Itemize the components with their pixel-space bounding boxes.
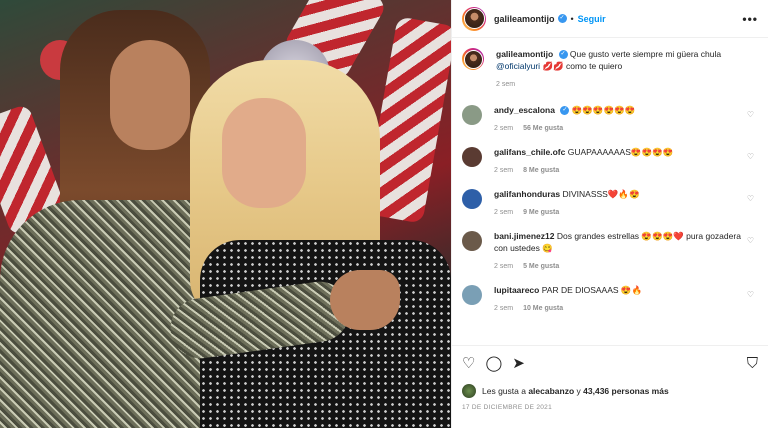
caption-username[interactable]: galileamontijo xyxy=(496,49,553,59)
comment-username[interactable]: galifans_chile.ofc xyxy=(494,147,565,157)
commenter-avatar[interactable] xyxy=(462,285,482,305)
comment-like-heart-icon[interactable]: ♡ xyxy=(747,290,754,299)
caption-text-end: 💋💋 como te quiero xyxy=(542,61,623,71)
comment-time[interactable]: 2 sem xyxy=(494,263,513,270)
commenter-avatar[interactable] xyxy=(462,189,482,209)
likes-summary[interactable]: Les gusta a alecabanzo y 43,436 personas… xyxy=(462,384,669,398)
comment-username[interactable]: andy_escalona xyxy=(494,105,555,115)
likes-connector: y xyxy=(576,386,581,396)
follow-button[interactable]: Seguir xyxy=(578,14,606,24)
likes-count[interactable]: 43,436 personas más xyxy=(583,386,669,396)
comment-username[interactable]: galifanhonduras xyxy=(494,189,560,199)
caption-text: Que gusto verte siempre mi güera chula xyxy=(569,49,722,59)
action-bar: ♡ ◯ ➤ ⛉ xyxy=(462,356,758,371)
comment-like-heart-icon[interactable]: ♡ xyxy=(747,110,754,119)
comment-likes[interactable]: 5 Me gusta xyxy=(523,263,559,270)
comment-like-heart-icon[interactable]: ♡ xyxy=(747,152,754,161)
comment-like-heart-icon[interactable]: ♡ xyxy=(747,236,754,245)
comment-text: GUAPAAAAAAS😍😍😍😍 xyxy=(567,147,674,157)
heart-icon[interactable]: ♡ xyxy=(462,356,475,371)
comments-list[interactable]: galileamontijo ✓ Que gusto verte siempre… xyxy=(452,38,768,348)
liker-avatar[interactable] xyxy=(462,384,476,398)
bookmark-icon[interactable]: ⛉ xyxy=(747,356,758,371)
comment-item: galifans_chile.ofc GUAPAAAAAAS😍😍😍😍 2 sem… xyxy=(462,146,758,174)
post-photo[interactable] xyxy=(0,0,451,428)
comment-like-heart-icon[interactable]: ♡ xyxy=(747,194,754,203)
comment-likes[interactable]: 56 Me gusta xyxy=(523,125,563,132)
comment-text: DIVINASSS❤️🔥😍 xyxy=(562,189,640,199)
likes-prefix: Les gusta a xyxy=(482,386,526,396)
verified-badge-icon: ✓ xyxy=(560,106,570,116)
verified-badge-icon: ✓ xyxy=(557,14,567,23)
separator-dot: • xyxy=(570,13,574,24)
verified-badge-icon: ✓ xyxy=(558,50,568,60)
commenter-avatar[interactable] xyxy=(462,105,482,125)
send-icon[interactable]: ➤ xyxy=(512,356,525,371)
commenter-avatar[interactable] xyxy=(462,147,482,167)
comment-item: lupitaareco PAR DE DIOSAAAS 😍🔥 2 sem 10 … xyxy=(462,284,758,312)
comment-username[interactable]: bani.jimenez12 xyxy=(494,231,554,241)
liker-username[interactable]: alecabanzo xyxy=(528,386,574,396)
woman-right-face xyxy=(222,98,306,208)
comment-text: 😍😍😍😍😍😍 xyxy=(571,105,636,115)
comment-likes[interactable]: 8 Me gusta xyxy=(523,167,559,174)
comment-text: PAR DE DIOSAAAS 😍🔥 xyxy=(541,285,643,295)
author-avatar[interactable] xyxy=(462,48,484,70)
caption-mention[interactable]: @oficialyuri xyxy=(496,61,540,71)
post-date[interactable]: 17 DE DICIEMBRE DE 2021 xyxy=(462,404,552,411)
author-username[interactable]: galileamontijo xyxy=(494,14,555,24)
post-side-panel: galileamontijo ✓ • Seguir ••• galileamon… xyxy=(451,0,768,428)
comment-time[interactable]: 2 sem xyxy=(494,209,513,216)
more-options-icon[interactable]: ••• xyxy=(742,12,758,26)
comment-item: andy_escalona ✓ 😍😍😍😍😍😍 2 sem 56 Me gusta… xyxy=(462,104,758,132)
caption-time[interactable]: 2 sem xyxy=(496,81,515,88)
comment-likes[interactable]: 10 Me gusta xyxy=(523,305,563,312)
comment-likes[interactable]: 9 Me gusta xyxy=(523,209,559,216)
comment-item: galifanhonduras DIVINASSS❤️🔥😍 2 sem 9 Me… xyxy=(462,188,758,216)
caption: galileamontijo ✓ Que gusto verte siempre… xyxy=(462,48,758,88)
divider xyxy=(452,345,768,346)
comment-time[interactable]: 2 sem xyxy=(494,167,513,174)
comment-item: bani.jimenez12 Dos grandes estrellas 😍😍😍… xyxy=(462,230,758,270)
author-avatar[interactable] xyxy=(462,6,486,31)
comment-icon[interactable]: ◯ xyxy=(485,356,502,371)
woman-left-face xyxy=(110,40,190,150)
hand xyxy=(330,270,400,330)
comment-time[interactable]: 2 sem xyxy=(494,125,513,132)
commenter-avatar[interactable] xyxy=(462,231,482,251)
comment-username[interactable]: lupitaareco xyxy=(494,285,539,295)
comment-time[interactable]: 2 sem xyxy=(494,305,513,312)
post-header: galileamontijo ✓ • Seguir ••• xyxy=(452,0,768,38)
